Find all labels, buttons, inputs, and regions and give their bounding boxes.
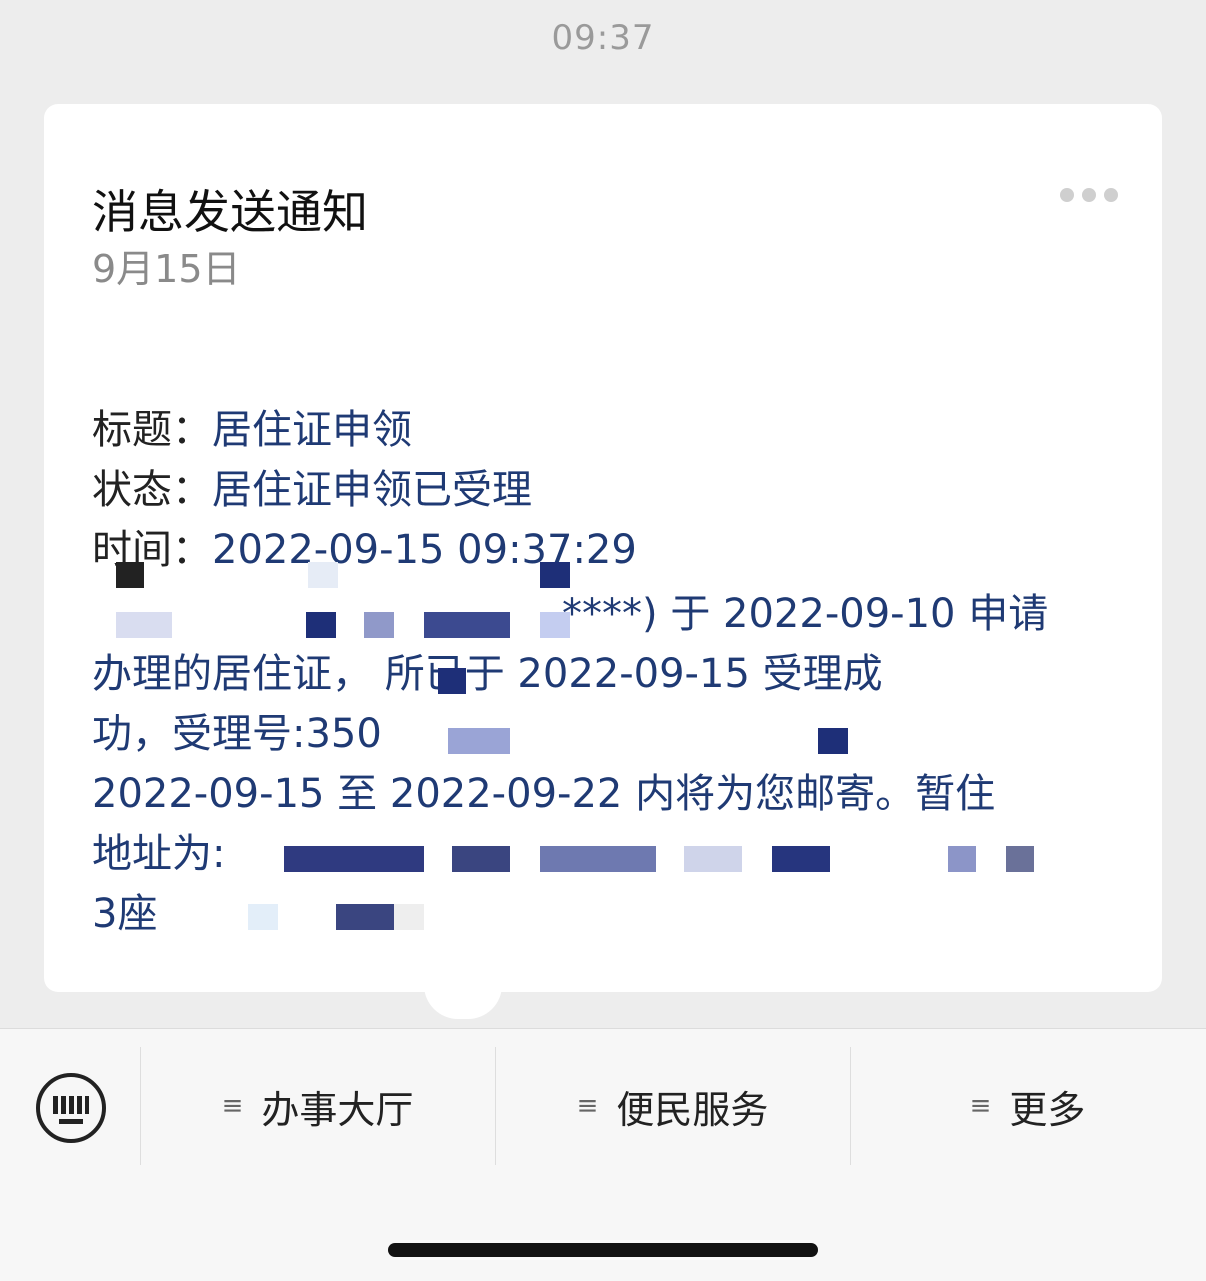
menu-lines-icon: ≡ xyxy=(969,1091,992,1121)
dot-icon xyxy=(1060,188,1074,202)
bubble-tail xyxy=(424,985,502,1019)
menu-item-more[interactable]: ≡ 更多 xyxy=(850,1047,1205,1165)
redaction-mosaic xyxy=(88,728,888,754)
dot-icon xyxy=(1104,188,1118,202)
redaction-mosaic xyxy=(88,846,1088,872)
field-label: 标题： xyxy=(92,407,212,453)
message-card: 消息发送通知 9月15日 标题：居住证申领 状态：居住证申领已受理 时间：202… xyxy=(44,104,1162,992)
menu-item-service-hall[interactable]: ≡ 办事大厅 xyxy=(140,1047,495,1165)
body-line: 2022-09-15 至 2022-09-22 内将为您邮寄。暂住 xyxy=(92,771,996,817)
dot-icon xyxy=(1082,188,1096,202)
menu-item-convenience[interactable]: ≡ 便民服务 xyxy=(495,1047,850,1165)
card-title: 消息发送通知 xyxy=(92,185,368,239)
body-line: 办理的居住证， 所已于 2022-09-15 受理成 xyxy=(92,651,883,697)
keyboard-button[interactable] xyxy=(36,1073,106,1143)
menu-lines-icon: ≡ xyxy=(576,1091,599,1121)
home-indicator xyxy=(388,1243,818,1257)
status-time: 09:37 xyxy=(551,18,655,58)
field-value: 居住证申领已受理 xyxy=(212,467,532,513)
redaction-mosaic xyxy=(88,668,466,694)
menu-lines-icon: ≡ xyxy=(221,1091,244,1121)
more-options-button[interactable] xyxy=(1060,188,1118,202)
menu-item-label: 更多 xyxy=(1009,1087,1086,1132)
redaction-mosaic xyxy=(88,612,570,638)
redaction-mosaic xyxy=(88,562,588,588)
menu-item-label: 办事大厅 xyxy=(261,1087,414,1132)
field-label: 状态： xyxy=(92,467,212,513)
message-body: ****) 于 2022-09-10 申请 办理的居住证， 所已于 2022-0… xyxy=(92,584,1092,944)
field-title: 标题：居住证申领 xyxy=(92,400,412,460)
card-date: 9月15日 xyxy=(92,247,241,291)
field-status: 状态：居住证申领已受理 xyxy=(92,460,532,520)
keyboard-icon xyxy=(53,1096,89,1114)
redaction-mosaic xyxy=(88,904,428,930)
menu-item-label: 便民服务 xyxy=(616,1087,769,1132)
keyboard-spacebar xyxy=(59,1119,83,1124)
field-value: 居住证申领 xyxy=(212,407,412,453)
